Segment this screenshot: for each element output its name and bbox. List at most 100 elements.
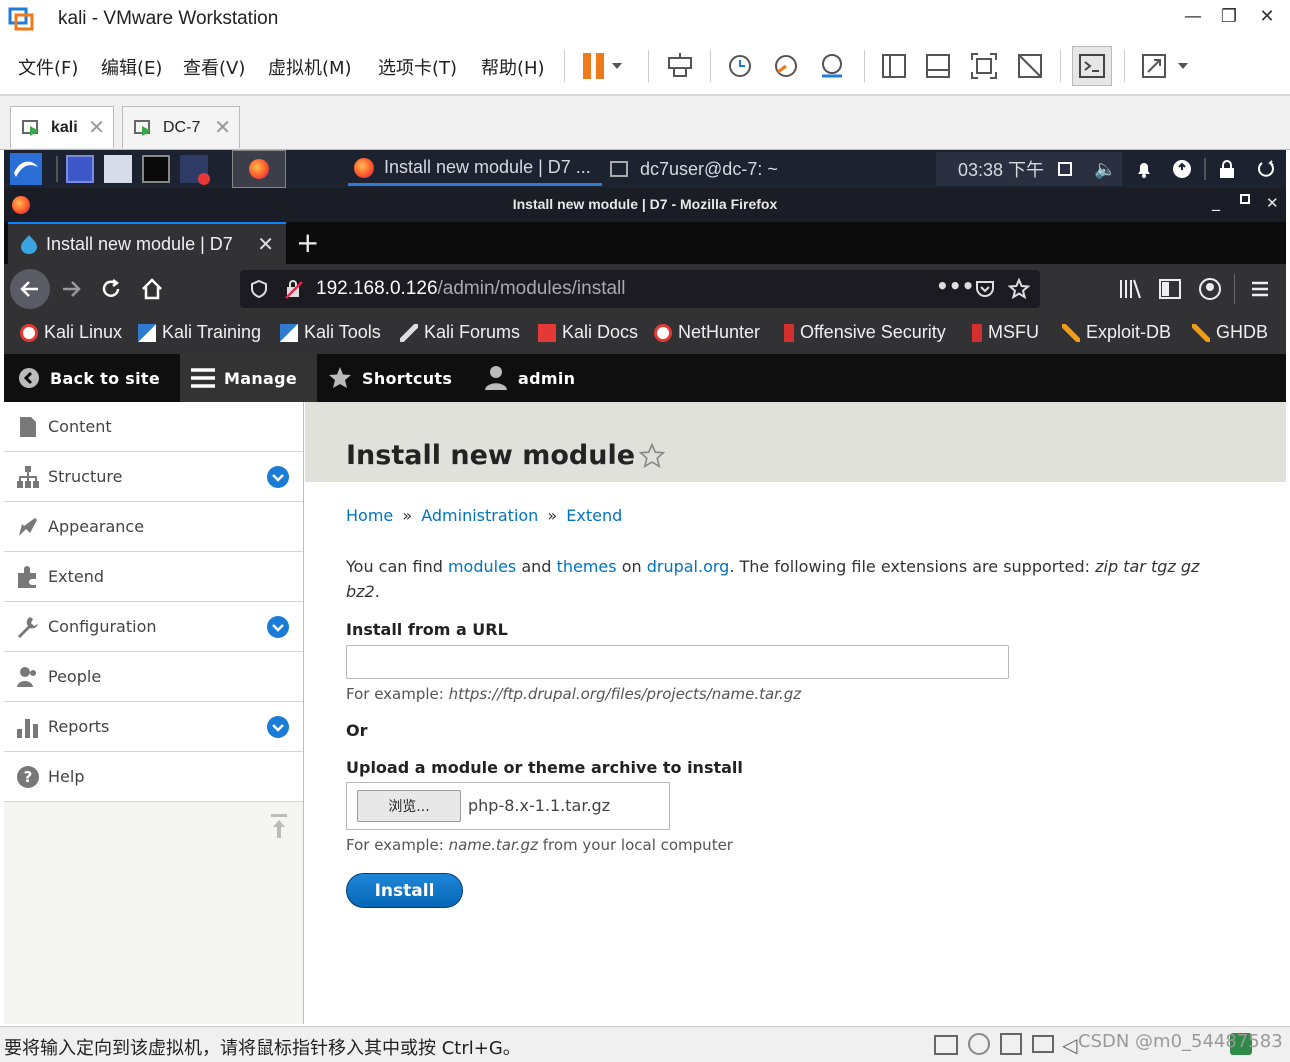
close-tab-icon[interactable]: ✕ <box>257 232 274 257</box>
bookmark-kali-training[interactable]: Kali Training <box>138 322 261 343</box>
bookmark-ghdb[interactable]: GHDB <box>1192 322 1268 343</box>
revert-snapshot-icon[interactable] <box>768 48 804 84</box>
bookmark-msfu[interactable]: MSFU <box>972 322 1039 343</box>
volume-icon[interactable]: 🔈 <box>1094 152 1116 186</box>
home-icon[interactable] <box>140 277 164 301</box>
snapshot-manager-icon[interactable] <box>814 48 850 84</box>
insecure-lock-icon[interactable] <box>284 279 304 299</box>
install-url-input[interactable] <box>346 645 1009 679</box>
tab-dc7[interactable]: DC-7 ✕ <box>122 106 240 148</box>
tab-kali[interactable]: kali ✕ <box>10 106 114 148</box>
minimize-button[interactable]: — <box>1178 6 1208 27</box>
breadcrumb-home[interactable]: Home <box>346 506 393 525</box>
full-screen-icon[interactable] <box>966 48 1002 84</box>
user-tab[interactable]: admin <box>484 354 575 402</box>
menu-tabs[interactable]: 选项卡(T) <box>378 54 457 80</box>
tab-install-new-module[interactable]: Install new module | D7 ✕ <box>8 222 286 264</box>
cd-drive-icon[interactable] <box>968 1033 990 1055</box>
bookmark-kali-linux[interactable]: Kali Linux <box>20 322 122 343</box>
back-button[interactable] <box>10 269 50 309</box>
network-adapter-icon[interactable] <box>1000 1033 1022 1055</box>
firefox-launcher-icon[interactable] <box>232 150 286 188</box>
close-button[interactable]: ✕ <box>1266 194 1279 212</box>
stretch-icon[interactable] <box>1136 48 1172 84</box>
url-bar[interactable]: 192.168.0.126/admin/modules/install ••• <box>240 270 1040 308</box>
modules-link[interactable]: modules <box>448 557 516 576</box>
breadcrumb-extend[interactable]: Extend <box>566 506 622 525</box>
snapshot-icon[interactable] <box>722 48 758 84</box>
menu-help[interactable]: 帮助(H) <box>481 54 545 80</box>
sidebar-item-help[interactable]: ? Help <box>4 752 303 802</box>
sidebar-item-appearance[interactable]: Appearance <box>4 502 303 552</box>
lock-icon[interactable] <box>1218 152 1236 186</box>
account-icon[interactable] <box>1198 277 1222 301</box>
bookmark-nethunter[interactable]: NetHunter <box>654 322 760 343</box>
chevron-down-icon[interactable] <box>267 466 289 488</box>
chevron-down-icon[interactable] <box>267 716 289 738</box>
update-icon[interactable] <box>1172 152 1192 186</box>
sound-card-icon[interactable]: ◁ <box>1062 1033 1077 1057</box>
chevron-down-icon[interactable] <box>606 48 628 84</box>
forward-icon[interactable] <box>60 278 82 300</box>
menu-edit[interactable]: 编辑(E) <box>101 54 162 80</box>
menu-view[interactable]: 查看(V) <box>183 54 245 80</box>
collapse-toolbar-icon[interactable] <box>270 812 288 840</box>
restore-button[interactable]: ❐ <box>1214 6 1244 27</box>
bookmark-exploit-db[interactable]: Exploit-DB <box>1062 322 1171 343</box>
task-terminal[interactable]: dc7user@dc-7: ~ <box>606 152 790 186</box>
screen-icon[interactable] <box>180 155 210 185</box>
hard-disk-icon[interactable] <box>934 1035 958 1055</box>
library-icon[interactable] <box>1118 278 1142 300</box>
themes-link[interactable]: themes <box>557 557 617 576</box>
page-actions-icon[interactable]: ••• <box>936 274 974 298</box>
hamburger-menu-icon[interactable] <box>1250 279 1270 299</box>
manage-tab[interactable]: Manage <box>180 354 317 402</box>
sidebar-item-extend[interactable]: Extend <box>4 552 303 602</box>
chevron-down-icon[interactable] <box>267 616 289 638</box>
close-button[interactable]: ✕ <box>1252 6 1282 27</box>
new-tab-button[interactable]: + <box>296 226 319 259</box>
menu-vm[interactable]: 虚拟机(M) <box>268 54 352 80</box>
power-icon[interactable] <box>1256 152 1276 186</box>
task-firefox[interactable]: Install new module | D7 ... <box>348 152 602 186</box>
printer-icon[interactable] <box>1032 1035 1054 1053</box>
bell-icon[interactable] <box>1134 152 1154 186</box>
chevron-down-icon[interactable] <box>1172 48 1194 84</box>
back-to-site-link[interactable]: Back to site <box>4 354 180 402</box>
sidebar-item-content[interactable]: Content <box>4 402 303 452</box>
menu-file[interactable]: 文件(F) <box>18 54 78 80</box>
install-button[interactable]: Install <box>346 873 463 908</box>
bookmark-offensive-security[interactable]: Offensive Security <box>784 322 946 343</box>
bookmark-star-icon[interactable] <box>1008 278 1030 300</box>
vmware-logo-icon <box>8 7 34 31</box>
workspace-icon[interactable] <box>66 155 94 183</box>
shield-icon[interactable] <box>250 279 268 299</box>
console-view-icon[interactable] <box>920 48 956 84</box>
kali-menu-icon[interactable] <box>10 153 42 185</box>
shortcuts-tab[interactable]: Shortcuts <box>328 354 452 402</box>
breadcrumb-administration[interactable]: Administration <box>421 506 538 525</box>
terminal-icon[interactable] <box>1072 46 1112 86</box>
maximize-button[interactable] <box>1240 194 1250 204</box>
bookmark-kali-docs[interactable]: Kali Docs <box>538 322 638 343</box>
browse-button[interactable]: 浏览... <box>357 790 461 822</box>
library-view-icon[interactable] <box>876 48 912 84</box>
sidebar-item-reports[interactable]: Reports <box>4 702 303 752</box>
reload-icon[interactable] <box>100 278 122 300</box>
close-tab-icon[interactable]: ✕ <box>214 115 231 140</box>
close-tab-icon[interactable]: ✕ <box>88 115 105 140</box>
minimize-button[interactable]: _ <box>1212 192 1220 211</box>
sidebar-item-structure[interactable]: Structure <box>4 452 303 502</box>
pocket-icon[interactable] <box>974 278 996 300</box>
sidebar-icon[interactable] <box>1158 278 1182 300</box>
drupal-org-link[interactable]: drupal.org <box>647 557 730 576</box>
sidebar-item-people[interactable]: People <box>4 652 303 702</box>
bookmark-kali-forums[interactable]: Kali Forums <box>400 322 520 343</box>
send-ctrl-alt-del-icon[interactable] <box>662 48 698 84</box>
terminal-app-icon[interactable] <box>142 155 170 183</box>
unity-icon[interactable] <box>1012 48 1048 84</box>
file-manager-icon[interactable] <box>104 155 132 183</box>
shortcut-star-icon[interactable] <box>639 443 665 469</box>
bookmark-kali-tools[interactable]: Kali Tools <box>280 322 381 343</box>
sidebar-item-configuration[interactable]: Configuration <box>4 602 303 652</box>
